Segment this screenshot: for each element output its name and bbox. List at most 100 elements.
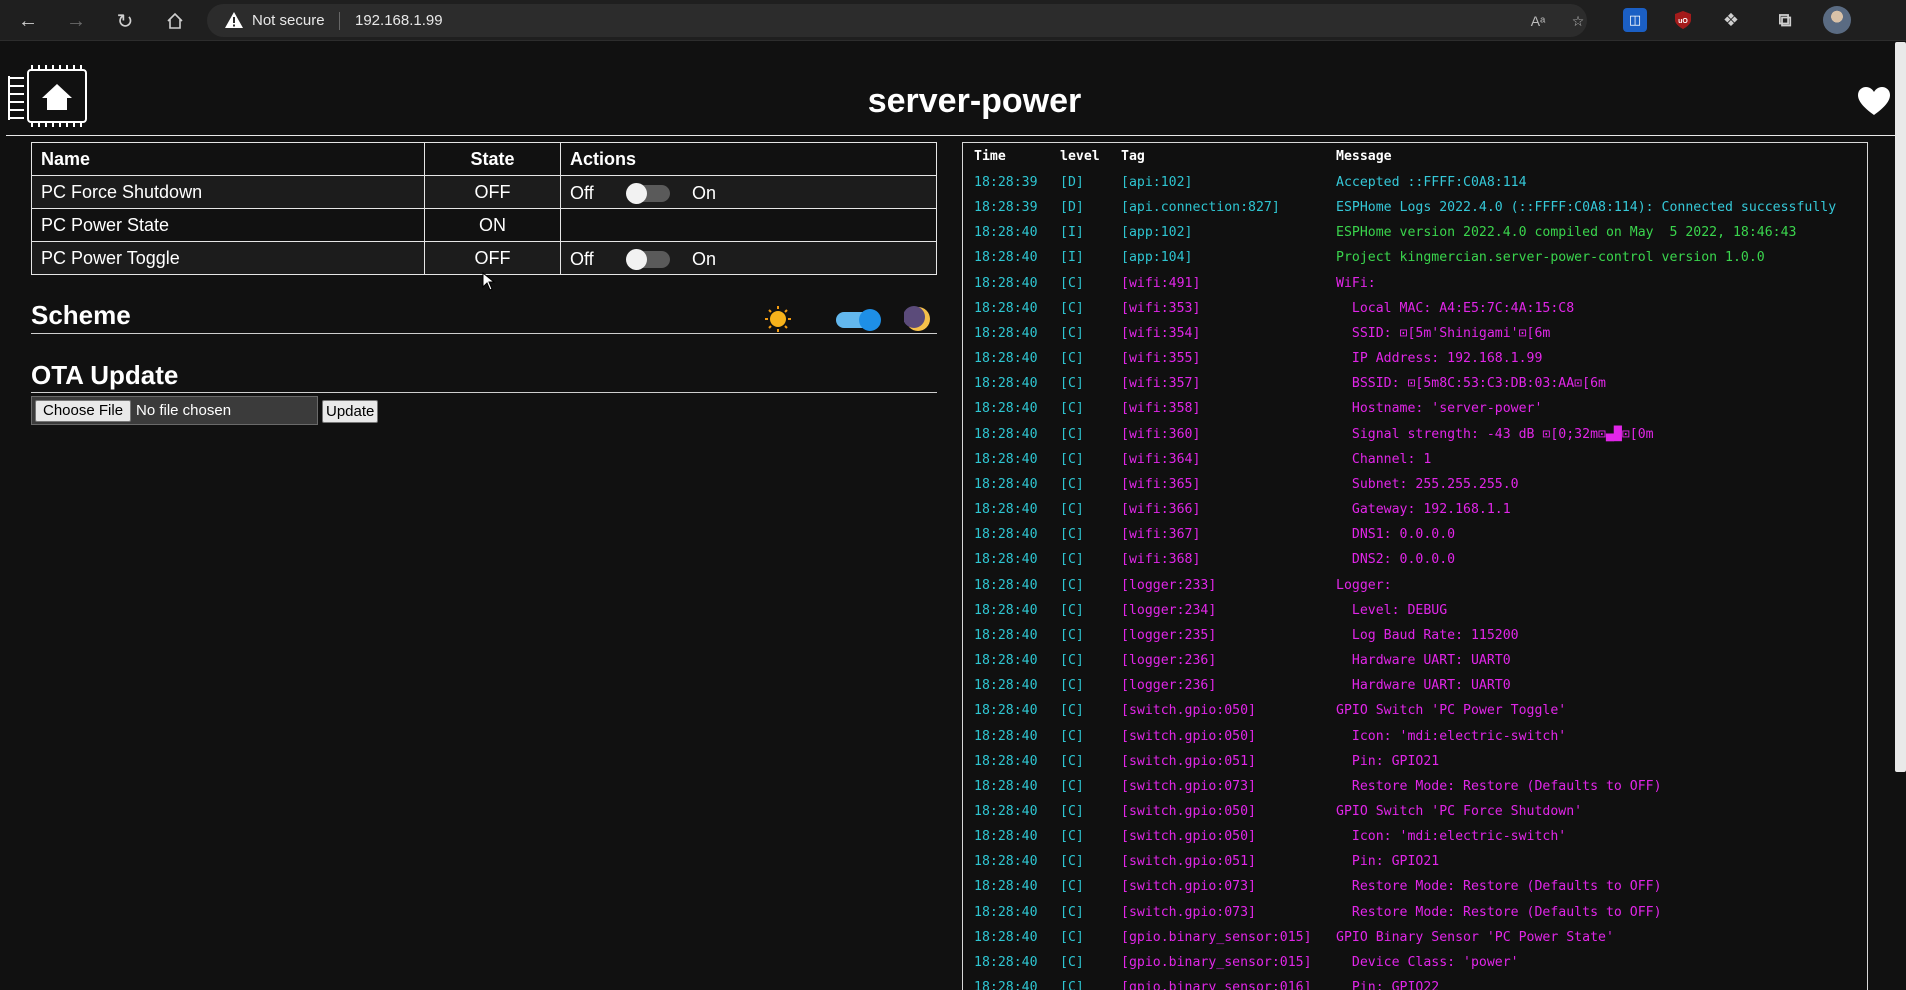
firmware-file-input[interactable]: Choose File No file chosen — [31, 396, 318, 425]
entity-name: PC Force Shutdown — [31, 175, 425, 209]
log-level: [I] — [1060, 250, 1084, 266]
log-row: 18:28:40 [C] [gpio.binary_sensor:015] Devi… — [963, 955, 1867, 980]
log-row: 18:28:40 [I] [app:102] ESPHome version 2022… — [963, 225, 1867, 250]
forward-arrow-icon[interactable]: → — [61, 6, 91, 36]
log-time: 18:28:40 — [974, 325, 1038, 341]
collections-icon[interactable]: ⧉ — [1773, 8, 1797, 32]
security-label[interactable]: Not secure — [252, 12, 325, 29]
log-row: 18:28:40 [C] [wifi:364] Channel: 1 — [963, 452, 1867, 477]
log-level: [C] — [1060, 678, 1084, 694]
log-tag: [switch.gpio:050] — [1121, 703, 1256, 719]
log-level: [C] — [1060, 778, 1084, 794]
log-level: [C] — [1060, 829, 1084, 845]
log-tag: [app:104] — [1121, 250, 1193, 266]
log-level: [D] — [1060, 200, 1084, 216]
read-aloud-icon[interactable]: Aᵃ — [1527, 11, 1549, 31]
log-tag: [gpio.binary_sensor:015] — [1121, 929, 1312, 945]
log-message: Signal strength: -43 dB ⊡[0;32m⊡▄█⊡[0m — [1336, 426, 1654, 442]
log-level: [C] — [1060, 879, 1084, 895]
log-row: 18:28:40 [C] [switch.gpio:050] GPIO Switch … — [963, 804, 1867, 829]
log-header-tag: Tag — [1121, 149, 1145, 164]
log-level: [C] — [1060, 577, 1084, 593]
warning-icon[interactable] — [224, 10, 244, 30]
log-row: 18:28:39 [D] [api:102] Accepted ::FFFF:C0A8… — [963, 175, 1867, 200]
log-level: [C] — [1060, 351, 1084, 367]
log-row: 18:28:40 [C] [switch.gpio:073] Restore Mod… — [963, 779, 1867, 804]
pc-power-toggle-switch[interactable] — [626, 248, 670, 270]
dark-mode-toggle[interactable] — [836, 309, 881, 331]
profile-avatar[interactable] — [1823, 6, 1851, 34]
log-level: [C] — [1060, 653, 1084, 669]
entity-state: OFF — [424, 241, 561, 275]
log-message: Pin: GPIO22 — [1336, 980, 1440, 990]
log-level: [C] — [1060, 376, 1084, 392]
back-arrow-icon[interactable]: ← — [13, 6, 43, 36]
log-header-message: Message — [1336, 149, 1392, 164]
log-message: DNS1: 0.0.0.0 — [1336, 527, 1456, 543]
log-header-time: Time — [974, 149, 1006, 164]
home-icon[interactable] — [160, 6, 190, 36]
log-level: [C] — [1060, 954, 1084, 970]
heart-icon[interactable] — [1857, 86, 1891, 116]
log-row: 18:28:40 [C] [wifi:365] Subnet: 255.255.25… — [963, 477, 1867, 502]
choose-file-button[interactable]: Choose File — [35, 400, 132, 422]
log-message: WiFi: — [1336, 275, 1376, 291]
bitwarden-icon[interactable]: ◫ — [1623, 8, 1647, 32]
log-tag: [api.connection:827] — [1121, 200, 1280, 216]
log-time: 18:28:39 — [974, 175, 1038, 190]
log-header-level: level — [1060, 149, 1100, 164]
log-time: 18:28:40 — [974, 451, 1038, 467]
log-level: [C] — [1060, 854, 1084, 870]
log-level: [C] — [1060, 728, 1084, 744]
log-time: 18:28:40 — [974, 778, 1038, 794]
address-bar[interactable]: Not secure 192.168.1.99 Aᵃ ☆ — [207, 4, 1587, 37]
log-tag: [switch.gpio:051] — [1121, 753, 1256, 769]
log-time: 18:28:40 — [974, 929, 1038, 945]
extensions-icon[interactable]: ❖ — [1719, 8, 1743, 32]
entity-actions — [560, 208, 937, 242]
url-text[interactable]: 192.168.1.99 — [355, 12, 443, 29]
log-panel[interactable]: Time level Tag Message 18:28:39 [D] [api:1… — [962, 142, 1868, 990]
log-tag: [wifi:491] — [1121, 275, 1201, 291]
scheme-divider — [31, 333, 937, 334]
pc-force-shutdown-switch[interactable] — [626, 182, 670, 204]
log-tag: [switch.gpio:073] — [1121, 879, 1256, 895]
favorite-add-icon[interactable]: ☆ — [1567, 11, 1589, 31]
log-message: DNS2: 0.0.0.0 — [1336, 552, 1456, 568]
log-tag: [wifi:365] — [1121, 476, 1201, 492]
update-button[interactable]: Update — [322, 400, 379, 423]
log-level: [C] — [1060, 602, 1084, 618]
log-row: 18:28:40 [I] [app:104] Project kingmercian.… — [963, 250, 1867, 275]
log-level: [C] — [1060, 300, 1084, 316]
column-header-state: State — [424, 142, 561, 176]
sun-icon — [765, 306, 791, 332]
log-time: 18:28:40 — [974, 476, 1038, 492]
log-message: Channel: 1 — [1336, 451, 1432, 467]
log-row: 18:28:40 [C] [wifi:360] Signal strength: -… — [963, 427, 1867, 452]
log-message: Icon: 'mdi:electric-switch' — [1336, 829, 1567, 845]
off-label: Off — [570, 182, 594, 203]
log-time: 18:28:40 — [974, 854, 1038, 870]
log-time: 18:28:40 — [974, 351, 1038, 367]
log-tag: [switch.gpio:073] — [1121, 904, 1256, 920]
log-row: 18:28:40 [C] [wifi:368] DNS2: 0.0.0.0 — [963, 552, 1867, 577]
log-tag: [wifi:367] — [1121, 527, 1201, 543]
log-message: ESPHome version 2022.4.0 compiled on May… — [1336, 225, 1797, 241]
page-scrollbar[interactable] — [1895, 42, 1906, 772]
log-level: [C] — [1060, 451, 1084, 467]
log-time: 18:28:40 — [974, 502, 1038, 518]
log-level: [C] — [1060, 275, 1084, 291]
log-row: 18:28:40 [C] [wifi:353] Local MAC: A4:E5:7… — [963, 301, 1867, 326]
esphome-chip-icon[interactable] — [8, 64, 90, 128]
ublock-icon[interactable]: uO — [1671, 8, 1695, 32]
log-tag: [switch.gpio:073] — [1121, 778, 1256, 794]
log-time: 18:28:40 — [974, 678, 1038, 694]
table-row: PC Force Shutdown OFF Off On — [31, 175, 937, 209]
log-message: ESPHome Logs 2022.4.0 (::FFFF:C0A8:114):… — [1336, 200, 1837, 216]
log-tag: [wifi:354] — [1121, 325, 1201, 341]
log-message: Subnet: 255.255.255.0 — [1336, 476, 1519, 492]
reload-icon[interactable]: ↻ — [110, 6, 140, 36]
entity-name: PC Power State — [31, 208, 425, 242]
log-level: [C] — [1060, 527, 1084, 543]
log-tag: [logger:236] — [1121, 653, 1217, 669]
